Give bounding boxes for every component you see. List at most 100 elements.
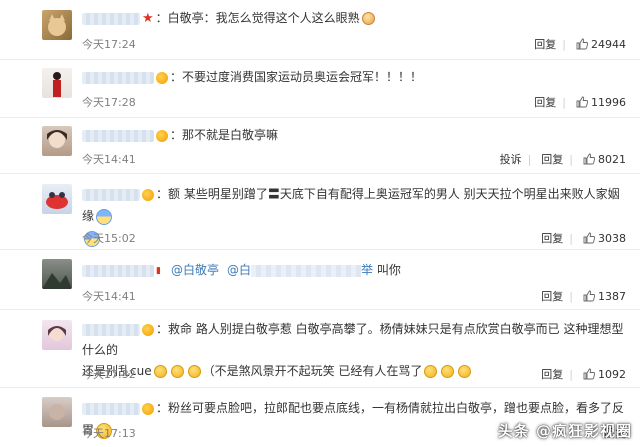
mention-link-suffix[interactable]: 举: [361, 263, 373, 277]
avatar[interactable]: [42, 397, 72, 427]
comment-time: 今天14:41: [82, 290, 136, 303]
username[interactable]: [82, 129, 154, 142]
reply-button[interactable]: 回复: [541, 288, 563, 304]
red-badge-icon: ▮: [156, 265, 161, 276]
vip-badge-icon: [142, 402, 154, 415]
comment-text: 叫你: [373, 263, 401, 277]
comment-text: ：不要过度消费国家运动员奥运会冠军！！！！: [170, 70, 423, 84]
like-button[interactable]: 11996: [576, 96, 626, 109]
vip-badge-icon: [142, 323, 154, 336]
like-button[interactable]: 1092: [583, 368, 626, 381]
thumbs-up-icon: [583, 232, 595, 244]
divider: |: [569, 153, 573, 166]
divider: |: [569, 232, 573, 245]
thumbs-up-icon: [583, 290, 595, 302]
comment-item: ▮ @白敬亭 @白 举 叫你 今天14:41 回复 | 1387: [0, 250, 640, 310]
vip-badge-icon: [142, 188, 154, 201]
comment-time: 今天17:13: [82, 427, 136, 440]
cartoon-avatar-icon: [46, 192, 68, 209]
comment-item: ★ ：白敬亭：我怎么觉得这个人这么眼熟 今天17:24 回复 | 24944: [0, 0, 640, 60]
like-count: 24944: [591, 38, 626, 51]
comment-list: ★ ：白敬亭：我怎么觉得这个人这么眼熟 今天17:24 回复 | 24944 ：不要过…: [0, 0, 640, 447]
like-count: 11996: [591, 96, 626, 109]
comment-body: ：那不就是白敬亭嘛: [82, 124, 626, 146]
divider: |: [527, 153, 532, 166]
like-count: 1387: [598, 290, 626, 303]
divider: |: [562, 38, 566, 51]
comment-item: ：不要过度消费国家运动员奥运会冠军！！！！ 今天17:28 回复 | 11996: [0, 60, 640, 118]
comment-body: ：不要过度消费国家运动员奥运会冠军！！！！: [82, 66, 626, 88]
thumbs-up-icon: [583, 153, 595, 165]
like-button[interactable]: 1387: [583, 290, 626, 303]
comment-time: 今天14:41: [82, 153, 136, 166]
comment-text: ：救命 路人别提白敬亭惹 白敬亭高攀了。杨倩妹妹只是有点欣赏白敬亭而已 这种理想…: [82, 322, 624, 357]
comment-body: ★ ：白敬亭：我怎么觉得这个人这么眼熟: [82, 7, 626, 29]
blurred-name: [250, 264, 361, 277]
report-button[interactable]: 投诉: [500, 151, 522, 167]
cat-avatar-icon: [48, 14, 66, 36]
emoji-icon: [153, 365, 167, 378]
emoji-icon: [441, 365, 455, 378]
mention-link[interactable]: @白敬亭: [171, 263, 219, 277]
avatar[interactable]: [42, 126, 72, 156]
comment-actions: 回复 | 24944: [524, 36, 626, 52]
avatar[interactable]: [42, 320, 72, 350]
landscape-avatar-icon: [42, 273, 72, 289]
reply-button[interactable]: 回复: [534, 94, 556, 110]
like-button[interactable]: 3038: [583, 232, 626, 245]
emoji-icon: [170, 365, 184, 378]
thumbs-up-icon: [576, 38, 588, 50]
like-count: 1092: [598, 368, 626, 381]
comment-actions: 回复 | 1092: [531, 366, 626, 382]
comment-body: ▮ @白敬亭 @白 举 叫你: [82, 259, 626, 281]
star-badge-icon: ★: [142, 10, 154, 26]
doge-emoji-icon: [361, 12, 375, 25]
comment-actions: 投诉 | 回复 | 8021: [490, 151, 626, 167]
username[interactable]: [82, 402, 140, 415]
vip-badge-icon: [156, 129, 168, 142]
avatar[interactable]: [42, 259, 72, 289]
awkward-emoji-icon: [96, 208, 113, 225]
like-count: 3038: [598, 232, 626, 245]
divider: |: [562, 96, 566, 109]
divider: |: [569, 368, 573, 381]
username[interactable]: [82, 12, 140, 25]
username[interactable]: [82, 71, 154, 84]
comment-time: 今天15:02: [82, 232, 136, 245]
comment-actions: 回复 | 3038: [531, 230, 626, 246]
portrait-avatar-icon: [47, 130, 67, 148]
girl-avatar-icon: [48, 326, 66, 341]
costume-figure-avatar-icon: [53, 72, 61, 97]
username[interactable]: [82, 264, 154, 277]
emoji-icon: [458, 365, 472, 378]
thumbs-up-icon: [583, 368, 595, 380]
avatar[interactable]: [42, 68, 72, 98]
mention-link[interactable]: @白: [227, 263, 251, 277]
divider: |: [569, 290, 573, 303]
reply-button[interactable]: 回复: [534, 36, 556, 52]
comment-time: 今天17:28: [82, 96, 136, 109]
comment-time: 今天17:32: [82, 368, 136, 381]
like-button[interactable]: 8021: [583, 153, 626, 166]
reply-button[interactable]: 回复: [541, 366, 563, 382]
comment-item: ：救命 路人别提白敬亭惹 白敬亭高攀了。杨倩妹妹只是有点欣赏白敬亭而已 这种理想…: [0, 310, 640, 388]
portrait-avatar-icon: [49, 404, 65, 420]
comment-text: ：那不就是白敬亭嘛: [170, 128, 279, 142]
comment-item: ：额 某些明星别蹭了〓天底下自有配得上奥运冠军的男人 别天天拉个明星出来败人家姻…: [0, 174, 640, 250]
comment-text: ：白敬亭：我怎么觉得这个人这么眼熟: [155, 11, 360, 25]
reply-button[interactable]: 回复: [541, 151, 563, 167]
comment-actions: 回复 | 1387: [531, 288, 626, 304]
comment-actions: 回复 | 11996: [524, 94, 626, 110]
avatar[interactable]: [42, 184, 72, 214]
emoji-icon: [187, 365, 201, 378]
username[interactable]: [82, 188, 140, 201]
thumbs-up-icon: [576, 96, 588, 108]
reply-button[interactable]: 回复: [541, 230, 563, 246]
username[interactable]: [82, 323, 140, 336]
comment-text: ：额 某些明星别蹭了〓天底下自有配得上奥运冠军的男人 别天天拉个明星出来败人家姻…: [82, 187, 620, 223]
like-count: 8021: [598, 153, 626, 166]
avatar[interactable]: [42, 10, 72, 40]
like-button[interactable]: 24944: [576, 38, 626, 51]
vip-badge-icon: [156, 71, 168, 84]
emoji-icon: [424, 365, 438, 378]
